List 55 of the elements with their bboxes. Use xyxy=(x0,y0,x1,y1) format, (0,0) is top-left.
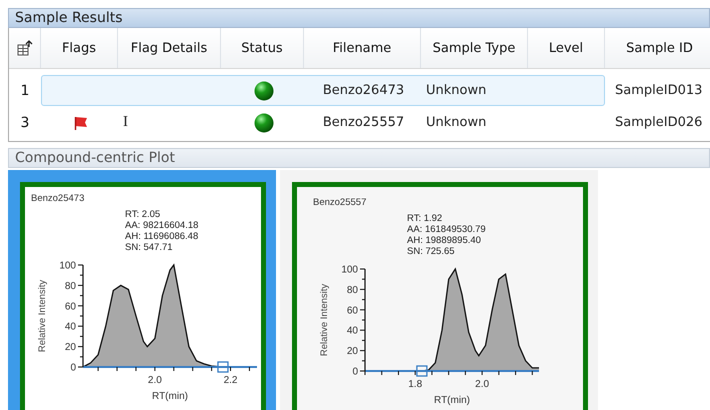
panel-title: Compound-centric Plot xyxy=(8,148,710,168)
x-axis-label: RT(min) xyxy=(152,391,188,402)
table-cell-text: SampleID013 xyxy=(614,82,704,100)
plot-title: Benzo25473 xyxy=(31,193,84,204)
y-axis-label: Relative Intensity xyxy=(37,280,48,352)
table-cell-text: Unknown xyxy=(425,82,488,100)
column-header[interactable]: Sample ID xyxy=(605,28,710,68)
column-chooser-icon[interactable] xyxy=(16,40,32,56)
peak-info-text: AA: 98216604.18 xyxy=(125,220,198,232)
y-tick-label: 40 xyxy=(64,322,76,333)
y-tick-label: 20 xyxy=(64,342,76,354)
y-tick-label: 60 xyxy=(346,305,358,316)
y-tick-label: 0 xyxy=(70,362,76,374)
y-tick-label: 80 xyxy=(64,280,76,292)
y-tick-label: 80 xyxy=(346,284,358,296)
table-cell-text: Benzo26473 xyxy=(322,82,406,100)
plot-tile[interactable]: Benzo25557 RT: 1.92 AA: 161849530.79 AH: 19889895.40 SN: 725.65 Relative Intensity 0 20 40 60 80 100 1.8 2.0 RT(min) xyxy=(280,170,598,410)
row-number: 3 xyxy=(20,114,30,133)
peak-boundary-marker[interactable] xyxy=(416,365,428,377)
peak-info-text: SN: 547.71 xyxy=(125,242,173,254)
y-tick-label: 0 xyxy=(352,366,358,378)
column-header[interactable]: Filename xyxy=(304,28,421,68)
x-tick-label: 2.0 xyxy=(148,375,162,386)
x-tick-label: 1.8 xyxy=(408,379,422,390)
peak-info-text: RT: 1.92 xyxy=(407,213,442,224)
table-cell-text: Unknown xyxy=(425,114,488,132)
table-cell-text: Benzo25557 xyxy=(322,114,406,132)
x-tick-label: 2.0 xyxy=(475,379,490,390)
column-header[interactable]: Status xyxy=(221,28,304,68)
y-axis-label: Relative Intensity xyxy=(319,284,330,356)
column-header[interactable]: Flag Details xyxy=(118,28,221,68)
y-tick-label: 100 xyxy=(341,264,358,276)
peak-info-text: AH: 19889895.40 xyxy=(407,235,481,246)
table-row[interactable]: Benzo26473 Unknown xyxy=(41,75,605,106)
column-header[interactable]: Sample Type xyxy=(421,28,528,68)
y-tick-label: 20 xyxy=(346,346,358,358)
plot-tile[interactable]: Benzo25473 RT: 2.05 AA: 98216604.18 AH: 11696086.48 SN: 547.71 Relative Intensity 0 20 40 60 80 100 2.0 2.2 RT(min) xyxy=(8,170,276,410)
column-header[interactable]: Flags xyxy=(41,28,118,68)
x-tick-label: 2.2 xyxy=(224,375,238,386)
y-tick-label: 60 xyxy=(64,301,76,312)
peak-info-text: SN: 725.65 xyxy=(407,246,455,258)
table-cell: I xyxy=(123,114,128,132)
table-cell-text: SampleID026 xyxy=(614,114,704,132)
peak-info-text: AA: 161849530.79 xyxy=(407,224,486,236)
y-tick-label: 100 xyxy=(59,260,76,272)
row-number: 1 xyxy=(20,82,30,101)
column-header[interactable]: Level xyxy=(528,28,605,68)
peak-boundary-marker[interactable] xyxy=(217,361,229,373)
peak-info-text: AH: 11696086.48 xyxy=(125,231,198,242)
peak-info-text: RT: 2.05 xyxy=(125,209,160,220)
table-row[interactable]: I Benzo25557 Unknown xyxy=(41,107,605,138)
x-axis-label: RT(min) xyxy=(434,395,470,406)
y-tick-label: 40 xyxy=(346,326,358,337)
panel-title: Sample Results xyxy=(8,8,710,28)
plot-title: Benzo25557 xyxy=(313,197,366,208)
